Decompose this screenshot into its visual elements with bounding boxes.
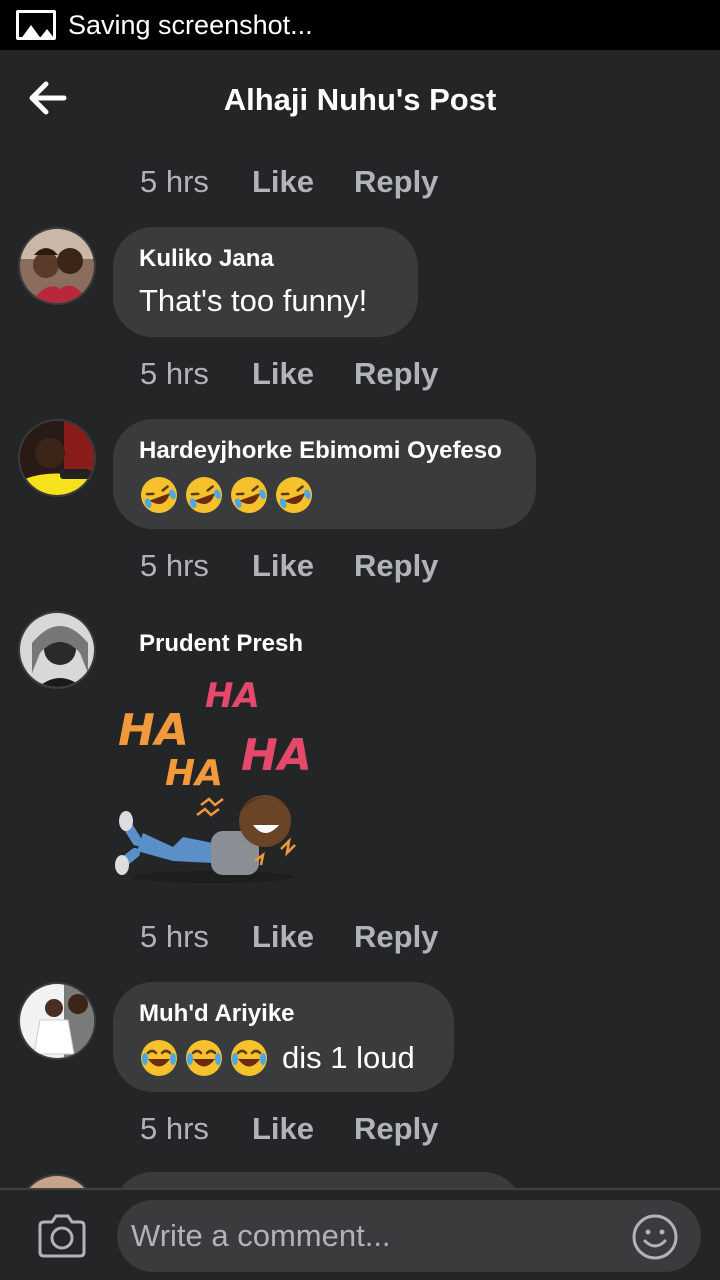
comment-time: 5 hrs — [140, 1111, 209, 1146]
comment-text-content: dis 1 loud — [282, 1040, 415, 1075]
like-button[interactable]: Like — [252, 1111, 354, 1147]
comment-time: 5 hrs — [140, 356, 209, 391]
comment-actions: 5 hrs Like Reply — [140, 1109, 438, 1149]
svg-text:HA: HA — [165, 753, 223, 794]
svg-text:HA: HA — [205, 676, 260, 716]
rolling-on-floor-laughing-icon — [141, 477, 177, 513]
comment-input[interactable] — [117, 1200, 701, 1272]
avatar[interactable] — [18, 611, 96, 689]
comment-actions: 5 hrs Like Reply — [140, 162, 438, 202]
status-text: Saving screenshot... — [68, 9, 313, 40]
reply-button[interactable]: Reply — [354, 356, 438, 392]
comment-text — [139, 475, 510, 515]
sticker[interactable]: HA HA HA HA — [113, 665, 323, 895]
comment-text: That's too funny! — [139, 283, 392, 319]
comment-bubble[interactable] — [113, 1172, 523, 1188]
comment-time: 5 hrs — [140, 548, 209, 583]
comment-actions: 5 hrs Like Reply — [140, 546, 438, 586]
image-icon — [16, 10, 56, 40]
reply-button[interactable]: Reply — [354, 164, 438, 200]
comment-author[interactable]: Muh'd Ariyike — [139, 1000, 428, 1028]
status-bar: Saving screenshot... — [0, 0, 720, 50]
comment-bubble[interactable]: Kuliko Jana That's too funny! — [113, 227, 418, 337]
camera-icon[interactable] — [36, 1214, 88, 1258]
comment-text-content: That's too funny! — [139, 283, 368, 318]
svg-text:HA: HA — [118, 705, 189, 756]
laughing-man-sticker-icon: HA HA HA HA — [115, 676, 312, 883]
smiley-icon[interactable] — [631, 1213, 679, 1261]
svg-text:HA: HA — [241, 730, 312, 781]
face-with-tears-of-joy-icon — [186, 1040, 222, 1076]
face-with-tears-of-joy-icon — [231, 1040, 267, 1076]
like-button[interactable]: Like — [252, 548, 354, 584]
comment-actions: 5 hrs Like Reply — [140, 354, 438, 394]
avatar[interactable] — [18, 982, 96, 1060]
rolling-on-floor-laughing-icon — [186, 477, 222, 513]
like-button[interactable]: Like — [252, 164, 354, 200]
comment-bubble[interactable]: Hardeyjhorke Ebimomi Oyefeso — [113, 419, 536, 529]
comment-actions: 5 hrs Like Reply — [140, 917, 438, 957]
comment-text: dis 1 loud — [139, 1038, 428, 1078]
avatar[interactable] — [18, 227, 96, 305]
header: Alhaji Nuhu's Post — [0, 50, 720, 150]
rolling-on-floor-laughing-icon — [276, 477, 312, 513]
comment-author[interactable]: Prudent Presh — [139, 630, 303, 658]
comment-bubble[interactable]: Muh'd Ariyike dis 1 loud — [113, 982, 454, 1092]
rolling-on-floor-laughing-icon — [231, 477, 267, 513]
comment-author[interactable]: Kuliko Jana — [139, 245, 392, 273]
reply-button[interactable]: Reply — [354, 548, 438, 584]
reply-button[interactable]: Reply — [354, 919, 438, 955]
comments-feed[interactable]: 5 hrs Like Reply Kuliko Jana That's too … — [0, 150, 720, 1188]
reply-button[interactable]: Reply — [354, 1111, 438, 1147]
comment-composer — [0, 1188, 720, 1280]
comment-author[interactable]: Hardeyjhorke Ebimomi Oyefeso — [139, 437, 510, 465]
page-title: Alhaji Nuhu's Post — [223, 82, 497, 117]
comment-time: 5 hrs — [140, 164, 209, 199]
face-with-tears-of-joy-icon — [141, 1040, 177, 1076]
avatar[interactable] — [18, 419, 96, 497]
avatar[interactable] — [18, 1174, 96, 1188]
like-button[interactable]: Like — [252, 356, 354, 392]
comment-time: 5 hrs — [140, 919, 209, 954]
like-button[interactable]: Like — [252, 919, 354, 955]
